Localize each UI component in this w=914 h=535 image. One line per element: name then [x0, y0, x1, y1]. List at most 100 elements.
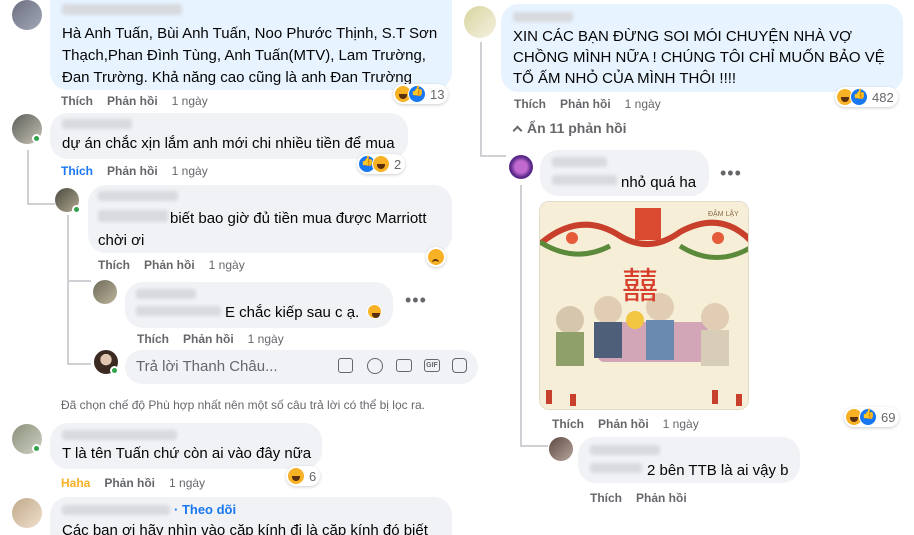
- hide-replies-label: Ẩn 11 phản hồi: [527, 120, 627, 136]
- comment-text: XIN CÁC BẠN ĐỪNG SOI MÓI CHUYỆN NHÀ VỢ C…: [513, 28, 885, 87]
- sad-icon: [427, 248, 445, 266]
- timestamp[interactable]: 1 ngày: [625, 97, 661, 111]
- reaction-summary[interactable]: 13: [393, 84, 449, 104]
- thread-line: [67, 280, 91, 282]
- reply-button[interactable]: Phản hồi: [183, 332, 234, 346]
- comment-bubble: E chắc kiếp sau c ạ.: [125, 282, 393, 328]
- timestamp[interactable]: 1 ngày: [663, 417, 699, 431]
- comment-text-content: E chắc kiếp sau c ạ.: [225, 304, 360, 321]
- comment-bubble: dự án chắc xịn lắm anh mới chi nhiều tiề…: [50, 113, 408, 159]
- comment-text: nhỏ quá ha: [621, 174, 697, 191]
- avatar[interactable]: [93, 280, 117, 304]
- comment-actions: Thích Phản hồi 1 ngày: [61, 164, 208, 178]
- timestamp[interactable]: 1 ngày: [169, 476, 205, 490]
- comment-text: E chắc kiếp sau c ạ.: [225, 303, 383, 323]
- gif-icon[interactable]: GIF: [424, 359, 440, 372]
- timestamp[interactable]: 1 ngày: [248, 332, 284, 346]
- timestamp[interactable]: 1 ngày: [172, 94, 208, 108]
- emoji-icon[interactable]: [367, 358, 383, 374]
- like-button[interactable]: Thích: [590, 491, 622, 505]
- comment-bubble: T là tên Tuấn chứ còn ai vào đây nữa: [50, 423, 322, 469]
- reply-button[interactable]: Phản hồi: [107, 94, 158, 108]
- timestamp[interactable]: 1 ngày: [209, 258, 245, 272]
- comment-actions: Thích Phản hồi 1 ngày: [514, 97, 661, 111]
- avatar[interactable]: [464, 6, 496, 38]
- comment-text: biết bao giờ đủ tiền mua được Marriott c…: [98, 210, 427, 249]
- thread-line: [67, 363, 91, 365]
- avatar[interactable]: [549, 437, 573, 461]
- comment-bubble: 2 bên TTB là ai vậy b: [578, 437, 800, 483]
- like-icon: [859, 408, 877, 426]
- thread-line: [520, 185, 522, 447]
- like-button[interactable]: Thích: [514, 97, 546, 111]
- sticker-icon[interactable]: [452, 358, 467, 373]
- comment-text: dự án chắc xịn lắm anh mới chi nhiều tiề…: [62, 135, 395, 152]
- reaction-count: 482: [872, 89, 894, 105]
- thread-line: [27, 203, 55, 205]
- more-options-icon[interactable]: •••: [720, 163, 742, 184]
- avatar[interactable]: [12, 0, 42, 30]
- reaction-count: 13: [430, 86, 445, 102]
- online-status-icon: [72, 205, 81, 214]
- like-icon: [408, 85, 426, 103]
- reaction-summary[interactable]: 69: [844, 407, 900, 427]
- haha-icon: [372, 155, 390, 173]
- comment-bubble: XIN CÁC BẠN ĐỪNG SOI MÓI CHUYỆN NHÀ VỢ C…: [501, 4, 903, 92]
- reply-input[interactable]: Trả lời Thanh Châu... GIF: [125, 350, 478, 384]
- reply-button[interactable]: Phản hồi: [560, 97, 611, 111]
- more-options-icon[interactable]: •••: [405, 290, 427, 311]
- double-happiness-glyph: 囍: [622, 266, 658, 307]
- comment-text: Hà Anh Tuấn, Bùi Anh Tuấn, Noo Phước Thị…: [62, 25, 438, 86]
- emoji-icon: [367, 304, 383, 319]
- thread-line: [27, 150, 29, 205]
- haha-button[interactable]: Haha: [61, 476, 90, 490]
- chevron-up-icon: [512, 125, 523, 135]
- follow-link[interactable]: · Theo dõi: [174, 502, 236, 517]
- comment-bubble: · Theo dõi Các bạn ơi hãy nhìn vào cặp k…: [50, 497, 452, 535]
- like-button[interactable]: Thích: [137, 332, 169, 346]
- image-logo: ĐẬM LẬY: [708, 209, 739, 218]
- like-icon: [850, 88, 868, 106]
- comment-bubble: biết bao giờ đủ tiền mua được Marriott c…: [88, 185, 452, 253]
- comment-actions: Thích Phản hồi 1 ngày: [98, 258, 245, 272]
- like-button[interactable]: Thích: [61, 164, 93, 178]
- online-status-icon: [110, 366, 119, 375]
- thread-line: [67, 215, 69, 365]
- comment-actions: Thích Phản hồi: [590, 491, 687, 505]
- reply-button[interactable]: Phản hồi: [636, 491, 687, 505]
- timestamp[interactable]: 1 ngày: [172, 164, 208, 178]
- thread-line: [480, 42, 482, 157]
- avatar[interactable]: [509, 155, 533, 179]
- comment-text: Các bạn ơi hãy nhìn vào cặp kính đi là c…: [62, 522, 428, 535]
- thread-line: [480, 155, 506, 157]
- like-button[interactable]: Thích: [552, 417, 584, 431]
- online-status-icon: [32, 444, 41, 453]
- reaction-summary[interactable]: 482: [835, 87, 898, 107]
- avatar[interactable]: [12, 498, 42, 528]
- comment-actions: Thích Phản hồi 1 ngày: [61, 94, 208, 108]
- filter-note: Đã chọn chế độ Phù hợp nhất nên một số c…: [61, 398, 425, 412]
- reaction-count: 2: [394, 156, 402, 172]
- comment-actions: Thích Phản hồi 1 ngày: [137, 332, 284, 346]
- thread-line: [520, 445, 548, 447]
- wedding-illustration: ĐẬM LẬY 囍: [540, 202, 748, 409]
- comment-image[interactable]: ĐẬM LẬY 囍: [539, 201, 749, 410]
- reply-button[interactable]: Phản hồi: [104, 476, 155, 490]
- like-button[interactable]: Thích: [61, 94, 93, 108]
- camera-icon[interactable]: [396, 359, 412, 372]
- reaction-summary[interactable]: [426, 247, 446, 267]
- reply-button[interactable]: Phản hồi: [107, 164, 158, 178]
- comment-actions: Thích Phản hồi 1 ngày: [552, 417, 699, 431]
- reply-button[interactable]: Phản hồi: [144, 258, 195, 272]
- reaction-summary[interactable]: 6: [286, 466, 321, 486]
- reply-button[interactable]: Phản hồi: [598, 417, 649, 431]
- like-button[interactable]: Thích: [98, 258, 130, 272]
- reaction-count: 6: [309, 468, 317, 484]
- reaction-summary[interactable]: 2: [357, 154, 406, 174]
- online-status-icon: [32, 134, 41, 143]
- hide-replies-button[interactable]: Ẩn 11 phản hồi: [512, 120, 627, 136]
- haha-icon: [287, 467, 305, 485]
- comment-bubble: Hà Anh Tuấn, Bùi Anh Tuấn, Noo Phước Thị…: [50, 0, 452, 90]
- sticker-icon[interactable]: [338, 358, 353, 373]
- comment-actions: Haha Phản hồi 1 ngày: [61, 476, 205, 490]
